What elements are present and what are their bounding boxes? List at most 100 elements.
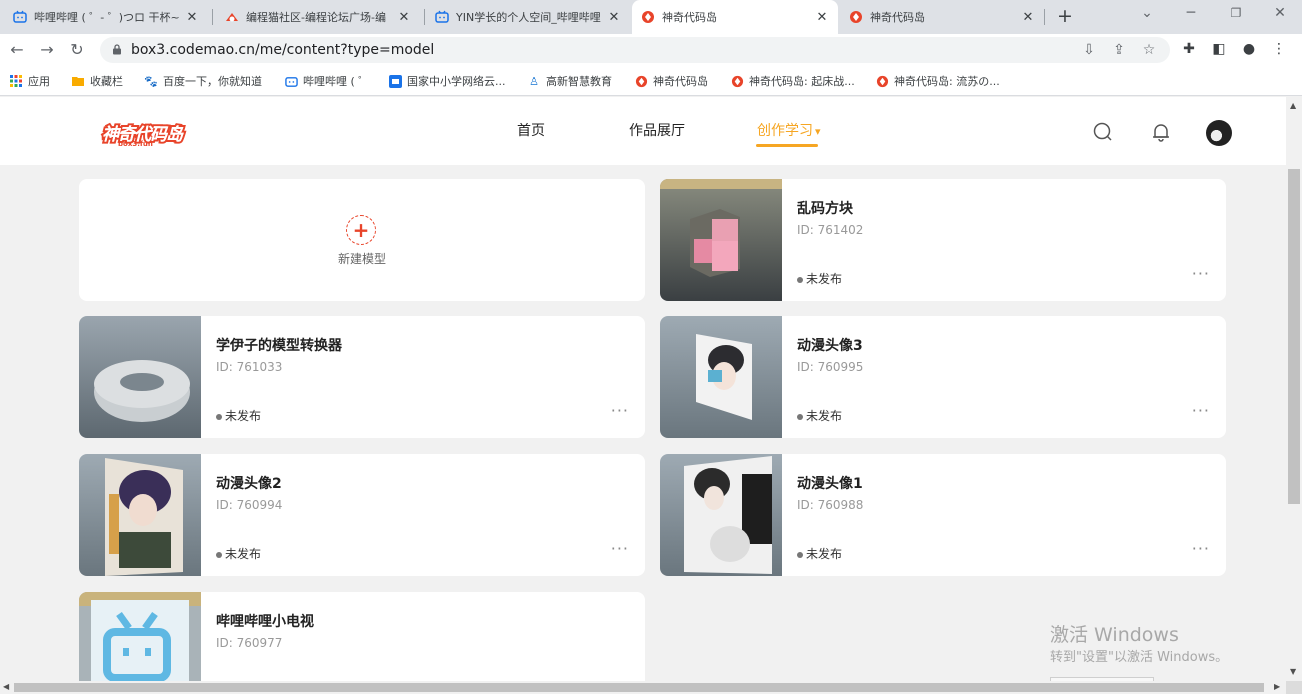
new-model-card[interactable]: + 新建模型 — [79, 179, 645, 301]
model-card[interactable]: 乱码方块 ID: 761402 未发布 ··· — [660, 179, 1226, 301]
more-options-icon[interactable]: ··· — [1192, 539, 1210, 558]
model-status: 未发布 — [216, 407, 261, 424]
status-dot — [797, 413, 803, 420]
restore-icon[interactable]: ❐ — [1226, 6, 1246, 20]
bookmark-cloud[interactable]: 国家中小学网络云... — [388, 73, 506, 89]
menu-icon[interactable]: ⋮ — [1270, 41, 1288, 57]
tab-yin[interactable]: YIN学长的个人空间_哔哩哔哩 ✕ — [426, 0, 630, 34]
bilibili-icon — [434, 9, 450, 25]
tab-codemao[interactable]: 编程猫社区-编程论坛广场-编 ✕ — [216, 0, 420, 34]
close-icon[interactable]: ✕ — [606, 10, 622, 25]
install-icon[interactable]: ⇩ — [1080, 42, 1098, 58]
cloud-icon — [388, 74, 402, 88]
model-card[interactable]: 动漫头像2 ID: 760994 未发布 ··· — [79, 454, 645, 576]
bookmark-star-icon[interactable]: ☆ — [1140, 42, 1158, 58]
bookmark-edu[interactable]: ♙ 高新智慧教育 — [527, 73, 612, 89]
window-close-icon[interactable]: ✕ — [1270, 5, 1290, 21]
address-bar[interactable]: box3.codemao.cn/me/content?type=model ⇩ … — [100, 37, 1170, 63]
scroll-right-icon[interactable]: ▶ — [1274, 682, 1280, 691]
vertical-scroll-thumb[interactable] — [1288, 169, 1300, 504]
model-status: 未发布 — [797, 407, 842, 424]
new-model-label: 新建模型 — [337, 252, 386, 266]
horizontal-scroll-thumb[interactable] — [14, 683, 1264, 692]
minimize-icon[interactable]: ─ — [1181, 5, 1201, 21]
scroll-down-icon[interactable]: ▼ — [1290, 667, 1296, 676]
model-id: ID: 760977 — [216, 636, 283, 650]
scrollbar-corner — [1286, 681, 1302, 694]
more-options-icon[interactable]: ··· — [611, 539, 629, 558]
model-status: 未发布 — [797, 270, 842, 287]
back-icon[interactable]: ← — [7, 40, 27, 60]
nav-home[interactable]: 首页 — [517, 120, 545, 140]
close-icon[interactable]: ✕ — [396, 10, 412, 25]
profile-icon[interactable]: ● — [1240, 41, 1258, 57]
model-card[interactable]: 哔哩哔哩小电视 ID: 760977 — [79, 592, 645, 681]
bookmark-label: 哔哩哔哩 ( ゜ — [303, 75, 370, 88]
model-thumbnail-cube — [660, 179, 782, 301]
bookmark-box3[interactable]: 神奇代码岛 — [634, 73, 708, 89]
model-card[interactable]: 学伊子的模型转换器 ID: 761033 未发布 ··· — [79, 316, 645, 438]
site-logo[interactable]: 神奇代码岛 神奇代码岛 box3.fun — [96, 120, 190, 148]
tab-search-icon[interactable]: ⌄ — [1137, 5, 1157, 21]
status-text: 未发布 — [225, 409, 262, 423]
more-options-icon[interactable]: ··· — [611, 401, 629, 420]
scroll-left-icon[interactable]: ◀ — [3, 682, 9, 691]
model-card[interactable]: 动漫头像1 ID: 760988 未发布 ··· — [660, 454, 1226, 576]
box3-icon — [875, 74, 889, 88]
bookmark-bilibili[interactable]: 哔哩哔哩 ( ゜ — [284, 73, 369, 89]
model-title: 动漫头像1 — [797, 476, 863, 492]
nav-create-learn-label: 创作学习 — [757, 123, 813, 139]
horizontal-scrollbar[interactable]: ◀ ▶ — [0, 681, 1286, 694]
codemao-icon — [224, 9, 240, 25]
close-icon[interactable]: ✕ — [184, 10, 200, 25]
reload-icon[interactable]: ↻ — [67, 40, 87, 60]
bookmark-label: 神奇代码岛: 起床战... — [749, 75, 855, 88]
vertical-scrollbar[interactable]: ▲ ▼ — [1286, 97, 1302, 681]
bookmark-folder[interactable]: 收藏栏 — [71, 73, 123, 89]
status-text: 未发布 — [225, 547, 262, 561]
url-text: box3.codemao.cn/me/content?type=model — [131, 42, 435, 58]
tab-title: 哔哩哔哩 ( ゜- ゜)つロ 干杯~ — [34, 11, 180, 24]
more-options-icon[interactable]: ··· — [1192, 264, 1210, 283]
model-id: ID: 760995 — [797, 360, 864, 374]
model-thumbnail-anime2 — [79, 454, 201, 576]
share-icon[interactable]: ⇪ — [1110, 42, 1128, 58]
tab-box3[interactable]: 神奇代码岛 ✕ — [840, 0, 1044, 34]
site-header: 神奇代码岛 神奇代码岛 box3.fun 首页 作品展厅 创作学习 ▾ — [0, 97, 1286, 165]
nav-gallery[interactable]: 作品展厅 — [629, 120, 685, 140]
model-id: ID: 761033 — [216, 360, 283, 374]
scroll-up-icon[interactable]: ▲ — [1290, 101, 1296, 110]
model-thumbnail-tv — [79, 592, 201, 681]
extensions-icon[interactable]: ✚ — [1180, 41, 1198, 57]
more-options-icon[interactable]: ··· — [1192, 401, 1210, 420]
tab-title: 神奇代码岛 — [870, 11, 925, 24]
bookmark-label: 应用 — [28, 75, 50, 88]
baidu-icon: 🐾 — [144, 74, 158, 88]
close-icon[interactable]: ✕ — [1020, 10, 1036, 25]
tab-separator — [424, 9, 425, 25]
bookmark-apps[interactable]: 应用 — [9, 73, 50, 89]
search-icon[interactable] — [1092, 121, 1114, 143]
nav-create-learn[interactable]: 创作学习 ▾ — [757, 120, 821, 140]
forward-icon[interactable]: → — [37, 40, 57, 60]
tab-bilibili[interactable]: 哔哩哔哩 ( ゜- ゜)つロ 干杯~ ✕ — [4, 0, 208, 34]
model-card[interactable]: 动漫头像3 ID: 760995 未发布 ··· — [660, 316, 1226, 438]
model-id: ID: 760994 — [216, 498, 283, 512]
bookmark-box3-user[interactable]: 神奇代码岛: 流苏の... — [875, 73, 1000, 89]
user-avatar[interactable] — [1206, 120, 1232, 146]
status-dot — [797, 551, 803, 558]
bookmark-label: 收藏栏 — [90, 75, 123, 88]
close-icon[interactable]: ✕ — [814, 10, 830, 25]
bookmark-box3-game[interactable]: 神奇代码岛: 起床战... — [730, 73, 855, 89]
new-tab-button[interactable]: + — [1055, 6, 1075, 26]
status-text: 未发布 — [806, 409, 843, 423]
side-panel-icon[interactable]: ◧ — [1210, 41, 1228, 57]
box3-icon — [730, 74, 744, 88]
nav-active-underline — [756, 144, 818, 147]
bell-icon[interactable] — [1150, 121, 1172, 143]
bookmark-label: 百度一下，你就知道 — [163, 75, 262, 88]
bookmark-baidu[interactable]: 🐾 百度一下，你就知道 — [144, 73, 262, 89]
tab-separator — [212, 9, 213, 25]
tab-box3-active[interactable]: 神奇代码岛 ✕ — [632, 0, 838, 34]
tab-title: 神奇代码岛 — [662, 11, 717, 24]
